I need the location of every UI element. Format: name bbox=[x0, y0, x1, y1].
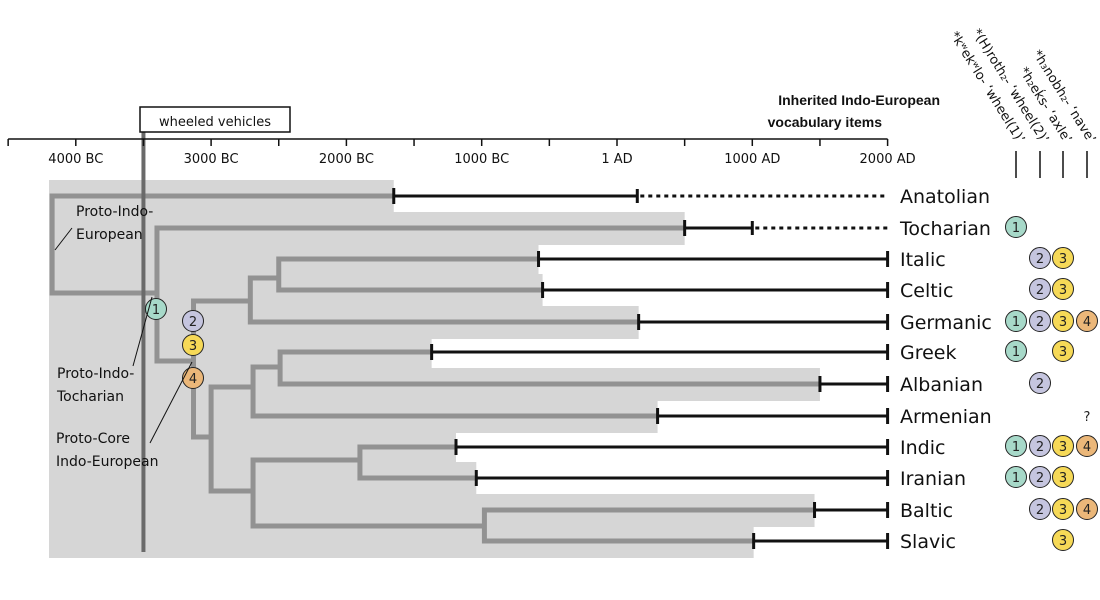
title-line-2: vocabulary items bbox=[768, 114, 883, 130]
vocab-circle-germanic-number: 3 bbox=[1059, 315, 1067, 330]
language-label: Slavic bbox=[900, 531, 956, 553]
vocab-circle-iranian-number: 2 bbox=[1036, 471, 1044, 486]
uncertain-mark: ? bbox=[1084, 410, 1091, 425]
language-labels: Anatolian Tocharian Italic Celtic Germanic Gr… bbox=[899, 186, 992, 553]
vocab-circle-iranian-number: 3 bbox=[1059, 471, 1067, 486]
language-label: Germanic bbox=[900, 312, 992, 334]
vocab-circle-slavic-number: 3 bbox=[1059, 534, 1067, 549]
vocab-circle-indic-number: 1 bbox=[1012, 440, 1020, 455]
node-label-pit: Tocharian bbox=[56, 389, 124, 405]
node-label-core: Proto-Core bbox=[56, 431, 130, 447]
language-label: Armenian bbox=[900, 406, 992, 428]
axis-tick-label: 1 AD bbox=[601, 152, 632, 167]
axis-tick-label: 3000 BC bbox=[184, 152, 239, 167]
axis-tick-label: 1000 BC bbox=[454, 152, 509, 167]
vocab-circle-baltic-number: 3 bbox=[1059, 503, 1067, 518]
axis-tick-label: 4000 BC bbox=[48, 152, 103, 167]
axis-tick-label: 1000 AD bbox=[724, 152, 780, 167]
vocab-circle-celtic-number: 2 bbox=[1036, 283, 1044, 298]
title-line-1: Inherited Indo-European bbox=[778, 92, 940, 108]
vocab-matrix: 12 32 31 2 3 41 32?1 2 3 41 2 32 3 43 bbox=[1005, 216, 1098, 551]
indo-european-tree-diagram: wheeled vehicles 4000 BC 3000 BC 2000 BC 10… bbox=[7, 26, 1098, 558]
node-circle-4-number: 4 bbox=[189, 372, 197, 387]
vocab-circle-germanic-number: 4 bbox=[1083, 315, 1091, 330]
language-label: Indic bbox=[900, 437, 945, 459]
language-label: Celtic bbox=[900, 280, 953, 302]
node-label-root: European bbox=[76, 227, 143, 243]
vocab-circle-baltic-number: 2 bbox=[1036, 503, 1044, 518]
language-label: Iranian bbox=[900, 468, 966, 490]
language-label: Tocharian bbox=[899, 218, 991, 240]
node-circle-3-number: 3 bbox=[189, 339, 197, 354]
vocab-circle-greek-number: 3 bbox=[1059, 345, 1067, 360]
event-label: wheeled vehicles bbox=[159, 115, 271, 130]
vocab-circle-germanic-number: 1 bbox=[1012, 315, 1020, 330]
vocab-circle-iranian-number: 1 bbox=[1012, 471, 1020, 486]
node-label-core: Indo-European bbox=[56, 454, 158, 470]
node-label-root: Proto-Indo- bbox=[76, 204, 153, 220]
vocab-circle-tocharian-number: 1 bbox=[1012, 221, 1020, 236]
node-label-pit: Proto-Indo- bbox=[57, 366, 134, 382]
axis-tick-label: 2000 AD bbox=[860, 152, 916, 167]
vocab-circle-indic-number: 2 bbox=[1036, 440, 1044, 455]
language-label: Albanian bbox=[900, 374, 983, 396]
vocab-circle-celtic-number: 3 bbox=[1059, 283, 1067, 298]
language-label: Greek bbox=[900, 342, 957, 364]
vocab-headers: *kʷekʷlo- ‘wheel(1)’*(H)roth₂- ‘wheel(2)… bbox=[946, 26, 1098, 178]
time-depth-bands bbox=[49, 180, 820, 558]
vocab-circle-baltic-number: 4 bbox=[1083, 503, 1091, 518]
language-label: Italic bbox=[900, 249, 946, 271]
vocab-circle-greek-number: 1 bbox=[1012, 345, 1020, 360]
vocab-circle-italic-number: 3 bbox=[1059, 252, 1067, 267]
vocab-circle-germanic-number: 2 bbox=[1036, 315, 1044, 330]
language-label: Baltic bbox=[900, 500, 953, 522]
vocab-circle-italic-number: 2 bbox=[1036, 252, 1044, 267]
node-circle-2-number: 2 bbox=[189, 315, 197, 330]
vocab-circle-indic-number: 4 bbox=[1083, 440, 1091, 455]
vocab-circle-albanian-number: 2 bbox=[1036, 377, 1044, 392]
language-label: Anatolian bbox=[900, 186, 990, 208]
axis-tick-label: 2000 BC bbox=[319, 152, 374, 167]
node-circle-1-number: 1 bbox=[152, 303, 160, 318]
vocab-circle-indic-number: 3 bbox=[1059, 440, 1067, 455]
